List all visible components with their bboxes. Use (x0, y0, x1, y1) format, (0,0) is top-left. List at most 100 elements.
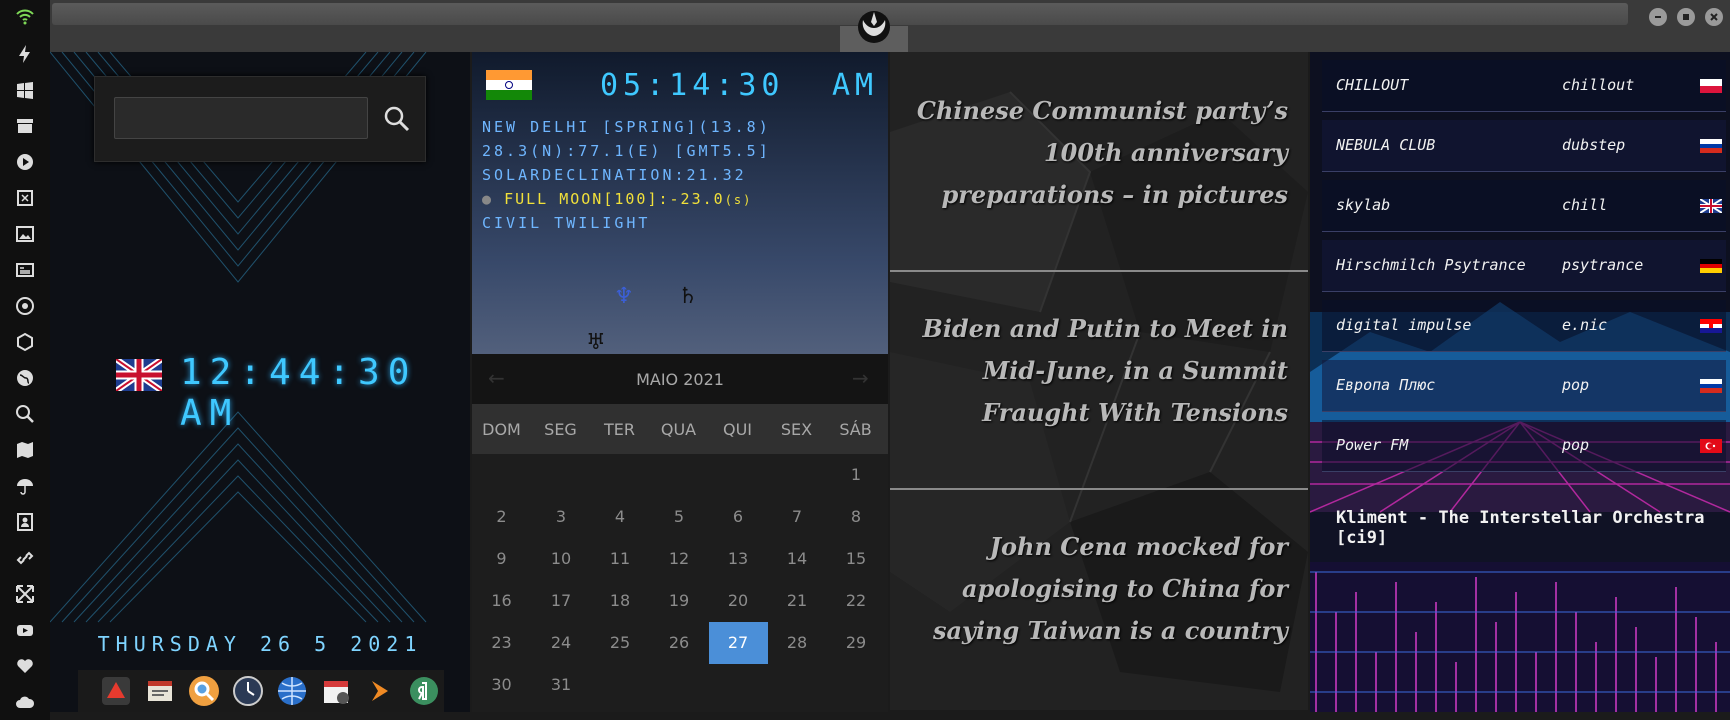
calendar-day[interactable]: 9 (472, 538, 531, 580)
globe-icon[interactable] (13, 366, 37, 390)
image-icon[interactable] (13, 222, 37, 246)
station-name: CHILLOUT (1336, 76, 1409, 94)
twilight-line: CIVIL TWILIGHT (482, 214, 651, 232)
search-icon[interactable] (13, 402, 37, 426)
india-flag-icon (486, 70, 532, 100)
weekday-label: TER (604, 420, 635, 439)
station-genre: psytrance (1562, 256, 1644, 274)
map-book-icon[interactable] (13, 186, 37, 210)
clock-app-icon[interactable] (232, 675, 264, 707)
bolt-icon[interactable] (13, 42, 37, 66)
calendar-day[interactable]: 7 (768, 496, 827, 538)
notes-icon[interactable] (144, 675, 176, 707)
windows-icon[interactable] (13, 78, 37, 102)
calendar-day[interactable]: 26 (650, 622, 709, 664)
astronomy-clock-panel: 05:14:30 AM NEW DELHI [SPRING](13.8) 28.… (472, 52, 888, 354)
calendar-day[interactable]: 3 (532, 496, 591, 538)
news-item[interactable]: Biden and Putin to Meet in Mid-June, in … (890, 270, 1308, 488)
calendar-day[interactable]: 5 (650, 496, 709, 538)
archive-icon[interactable] (13, 114, 37, 138)
station-name: digital impulse (1336, 316, 1472, 334)
station-genre: chillout (1562, 76, 1635, 94)
radio-station-row[interactable]: CHILLOUT chillout (1322, 60, 1726, 112)
radio-station-row[interactable]: NEBULA CLUB dubstep (1322, 120, 1726, 172)
calendar-day[interactable]: 25 (591, 622, 650, 664)
atom-icon[interactable] (13, 294, 37, 318)
radio-station-row[interactable]: digital impulse e.nic (1322, 300, 1726, 352)
calendar-day[interactable]: 24 (532, 622, 591, 664)
minimize-button[interactable] (1649, 8, 1667, 26)
station-name: NEBULA CLUB (1336, 136, 1436, 154)
fullscreen-icon[interactable] (13, 582, 37, 606)
calendar-day[interactable]: 28 (768, 622, 827, 664)
link-icon[interactable] (13, 546, 37, 570)
location-line: NEW DELHI [SPRING](13.8) (482, 118, 771, 136)
calendar-day[interactable]: 29 (827, 622, 886, 664)
radio-station-row[interactable]: Европа Плюс pop (1322, 360, 1726, 412)
news-item[interactable]: Chinese Communist party’s 100th annivers… (890, 52, 1308, 270)
calendar-day[interactable]: 17 (532, 580, 591, 622)
anydesk-icon[interactable] (100, 675, 132, 707)
browser-globe-icon[interactable] (276, 675, 308, 707)
calendar-day[interactable]: 15 (827, 538, 886, 580)
calendar-day[interactable]: 19 (650, 580, 709, 622)
weekday-label: SEG (544, 420, 577, 439)
calendar-day[interactable]: 4 (591, 496, 650, 538)
close-button[interactable] (1705, 8, 1723, 26)
calendar-day[interactable]: 16 (472, 580, 531, 622)
calendar-day[interactable]: 6 (709, 496, 768, 538)
radio-station-row[interactable]: skylab chill (1322, 180, 1726, 232)
next-month-button[interactable]: → (852, 366, 869, 390)
radio-station-panel: CHILLOUT chillout NEBULA CLUB dubstep skylab… (1310, 52, 1730, 712)
calendar-day[interactable]: 18 (591, 580, 650, 622)
calendar-day[interactable]: 10 (532, 538, 591, 580)
search-app-icon[interactable] (188, 675, 220, 707)
calendar-day[interactable]: 30 (472, 664, 531, 706)
calendar-app-icon[interactable] (320, 675, 352, 707)
calendar-day[interactable]: 14 (768, 538, 827, 580)
weekday-label: SEX (780, 420, 813, 439)
search-icon[interactable] (381, 103, 413, 135)
calendar-day[interactable]: 20 (709, 580, 768, 622)
umbrella-icon[interactable] (13, 474, 37, 498)
calendar-day[interactable]: 2 (472, 496, 531, 538)
calendar-day[interactable]: 1 (827, 454, 886, 496)
calendar-day[interactable]: 21 (768, 580, 827, 622)
news-headline[interactable]: John Cena mocked for apologising to Chin… (908, 526, 1288, 652)
hexagon-icon[interactable] (13, 330, 37, 354)
title-bar-drag-area[interactable] (52, 3, 1628, 25)
station-genre: pop (1562, 376, 1590, 394)
radio-station-row[interactable]: Power FM pop (1322, 420, 1726, 472)
news-panel: Chinese Communist party’s 100th annivers… (890, 52, 1308, 710)
calendar-day[interactable]: 11 (591, 538, 650, 580)
calendar-day[interactable]: 22 (827, 580, 886, 622)
contacts-icon[interactable] (13, 510, 37, 534)
sublime-icon[interactable] (364, 675, 396, 707)
search-input[interactable] (114, 97, 368, 139)
youtube-icon[interactable] (13, 618, 37, 642)
news-headline[interactable]: Biden and Putin to Meet in Mid-June, in … (908, 308, 1288, 434)
news-headline[interactable]: Chinese Communist party’s 100th annivers… (908, 90, 1288, 216)
now-playing-title: Kliment - The Interstellar Orchestra [ci… (1336, 508, 1705, 548)
heart-icon[interactable] (13, 654, 37, 678)
calendar-day[interactable]: 31 (532, 664, 591, 706)
station-genre: dubstep (1562, 136, 1626, 154)
calendar-day[interactable]: 13 (709, 538, 768, 580)
uranus-symbol: ♅ (586, 330, 606, 354)
calendar-day[interactable]: 23 (472, 622, 531, 664)
calendar-day[interactable]: 12 (650, 538, 709, 580)
newspaper-icon[interactable] (13, 258, 37, 282)
calendar-day-selected[interactable]: 27 (708, 622, 768, 664)
news-item[interactable]: John Cena mocked for apologising to Chin… (890, 488, 1308, 706)
radio-station-row[interactable]: Hirschmilch Psytrance psytrance (1322, 240, 1726, 292)
yandex-icon[interactable] (408, 675, 440, 707)
calendar-day[interactable]: 8 (827, 496, 886, 538)
maximize-button[interactable] (1677, 8, 1695, 26)
map-icon[interactable] (13, 438, 37, 462)
cloud-icon[interactable] (13, 690, 37, 714)
calendar-header: ← MAIO 2021 → (472, 354, 888, 404)
wifi-icon[interactable] (13, 4, 37, 28)
app-dock (78, 670, 444, 712)
coordinates-line: 28.3(N):77.1(E) [GMT5.5] (482, 142, 771, 160)
play-icon[interactable] (13, 150, 37, 174)
